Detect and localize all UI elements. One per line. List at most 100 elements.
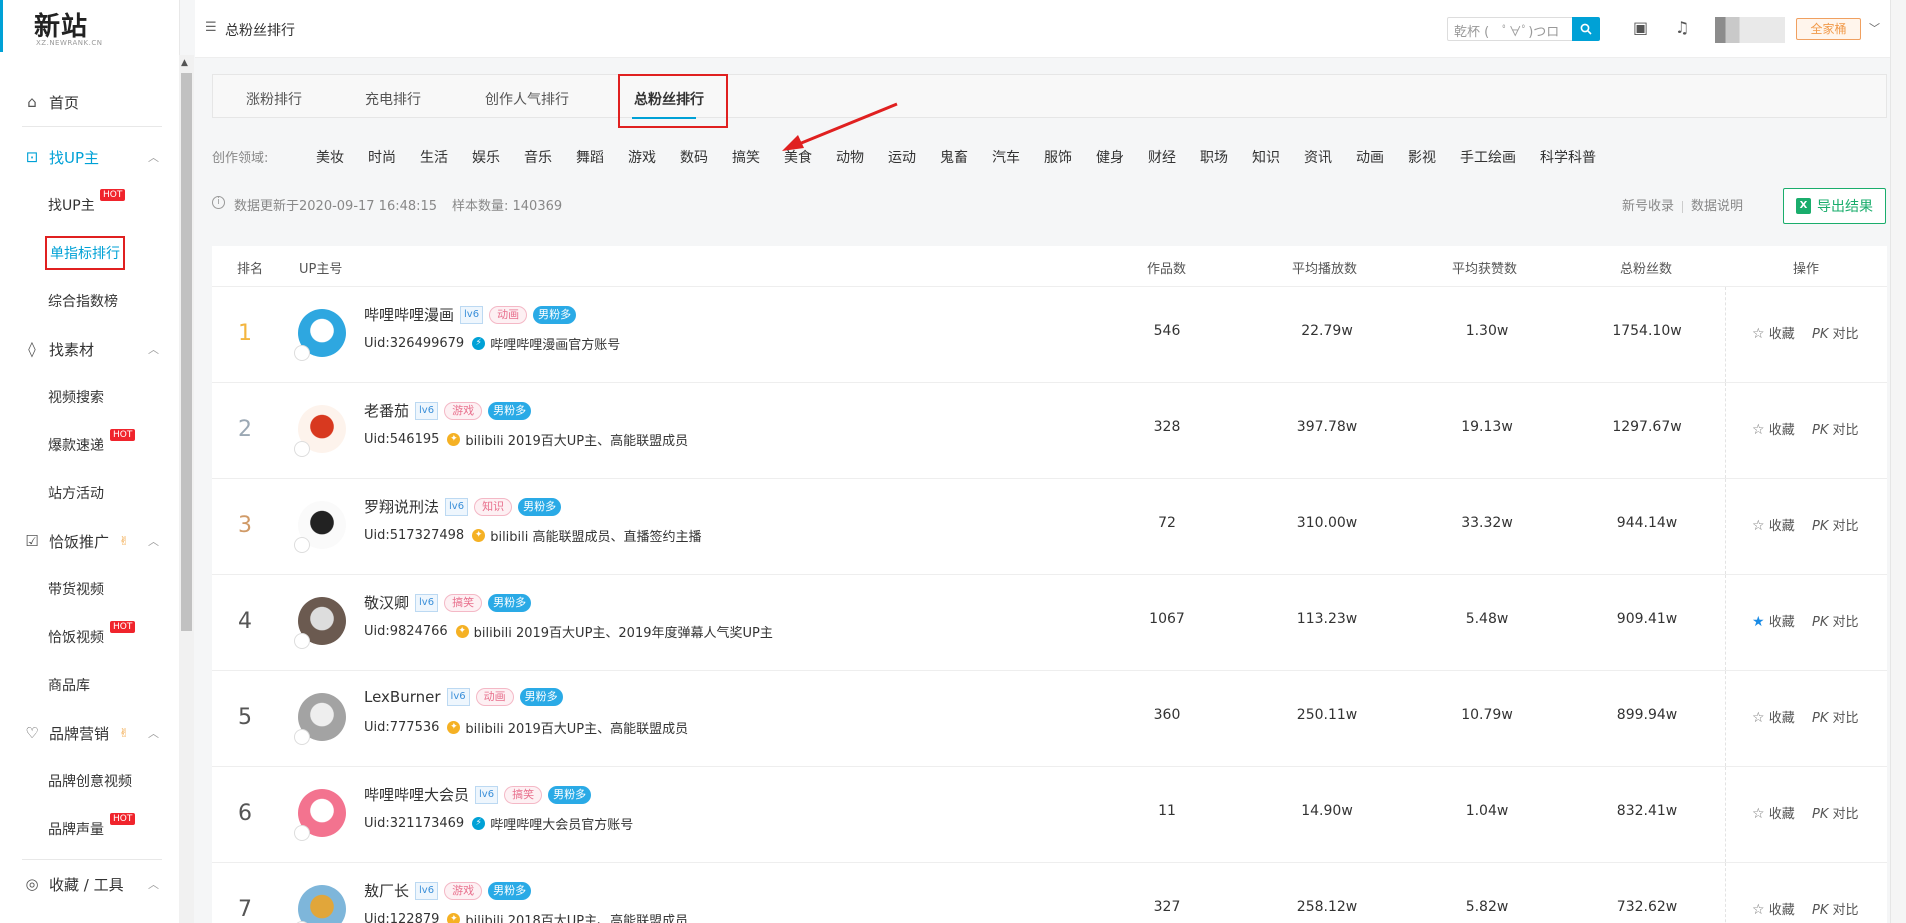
favorite-button[interactable]: ☆ 收藏 (1752, 419, 1795, 438)
category-item[interactable]: 健身 (1096, 147, 1124, 167)
sidebar-item-single-rank[interactable]: 单指标排行 (0, 229, 180, 277)
platform-icon (294, 345, 310, 361)
category-item[interactable]: 搞笑 (732, 147, 760, 167)
compare-button[interactable]: PK 对比 (1812, 803, 1859, 822)
sidebar-item-hot-express[interactable]: 爆款速递 HOT (0, 421, 180, 469)
up-name[interactable]: 哔哩哔哩漫画 (364, 304, 454, 325)
compare-button[interactable]: PK 对比 (1812, 419, 1859, 438)
compare-button[interactable]: PK 对比 (1812, 515, 1859, 534)
export-button[interactable]: X 导出结果 (1783, 188, 1886, 224)
compare-button[interactable]: PK 对比 (1812, 707, 1859, 726)
new-account-link[interactable]: 新号收录 (1622, 199, 1674, 214)
scroll-up-icon[interactable]: ▲ (181, 58, 188, 68)
sidebar-item-goods-video[interactable]: 带货视频 (0, 565, 180, 613)
sidebar-group-favorites[interactable]: ◎ 收藏 / 工具 ︿ (0, 860, 180, 908)
gender-tag: 男粉多 (488, 881, 532, 900)
sidebar-scroll-thumb[interactable] (181, 73, 192, 631)
sidebar-group-find-material[interactable]: ◊ 找素材 ︿ (0, 325, 180, 373)
category-filter: 创作领域: 美妆 时尚 生活 娱乐 音乐 舞蹈 游戏 数码 搞笑 美食 动物 运… (212, 146, 1887, 168)
sidebar-item-find-up[interactable]: 找UP主 HOT (0, 181, 180, 229)
family-pack-button[interactable]: 全家桶 (1796, 18, 1861, 40)
favorite-button[interactable]: ★ 收藏 (1752, 611, 1795, 630)
sidebar-item-site-events[interactable]: 站方活动 (0, 469, 180, 517)
chevron-down-icon[interactable]: ﹀ (1869, 20, 1880, 36)
col-avg-play[interactable]: 平均播放数 (1292, 258, 1357, 277)
compare-label: 对比 (1832, 615, 1859, 630)
sidebar-item-video-search[interactable]: 视频搜索 (0, 373, 180, 421)
total-fans: 899.94w (1616, 707, 1678, 723)
up-avatar[interactable] (298, 885, 346, 923)
up-name[interactable]: LexBurner (364, 688, 441, 706)
category-item[interactable]: 手工绘画 (1460, 147, 1516, 167)
headset-icon[interactable]: ♫ (1675, 18, 1689, 37)
compare-button[interactable]: PK 对比 (1812, 899, 1859, 918)
level-badge: lv6 (415, 401, 439, 420)
uid-line: Uid:517327498 ✦ bilibili 高能联盟成员、直播签约主播 (364, 526, 702, 545)
tab-charge[interactable]: 充电排行 (365, 89, 421, 109)
category-item[interactable]: 时尚 (368, 147, 396, 167)
avg-like: 5.82w (1465, 899, 1509, 915)
category-item[interactable]: 科学科普 (1540, 147, 1596, 167)
uid: Uid:546195 (364, 432, 440, 447)
sidebar-group-find-up[interactable]: ⊡ 找UP主 ︿ (0, 133, 180, 181)
favorite-button[interactable]: ☆ 收藏 (1752, 707, 1795, 726)
compare-button[interactable]: PK 对比 (1812, 611, 1859, 630)
category-item[interactable]: 知识 (1252, 147, 1280, 167)
favorite-button[interactable]: ☆ 收藏 (1752, 899, 1795, 918)
category-item[interactable]: 运动 (888, 147, 916, 167)
sidebar-item-composite-rank[interactable]: 综合指数榜 (0, 277, 180, 325)
up-name[interactable]: 罗翔说刑法 (364, 496, 439, 517)
up-name[interactable]: 老番茄 (364, 400, 409, 421)
search-button[interactable] (1572, 17, 1600, 41)
compare-button[interactable]: PK 对比 (1812, 323, 1859, 342)
logo[interactable]: 新站 XZ.NEWRANK.CN (0, 0, 180, 52)
category-item[interactable]: 美食 (784, 147, 812, 167)
category-item[interactable]: 生活 (420, 147, 448, 167)
calendar-icon[interactable]: ▣ (1633, 18, 1648, 37)
sidebar-item-brand-video[interactable]: 品牌创意视频 (0, 757, 180, 805)
up-name[interactable]: 敖厂长 (364, 880, 409, 901)
sidebar-group-promotion[interactable]: ☑ 恰饭推广 ✌ ︿ (0, 517, 180, 565)
category-item[interactable]: 数码 (680, 147, 708, 167)
sidebar-item-ad-video[interactable]: 恰饭视频 HOT (0, 613, 180, 661)
up-name[interactable]: 哔哩哔哩大会员 (364, 784, 469, 805)
category-item[interactable]: 娱乐 (472, 147, 500, 167)
sidebar-group-brand[interactable]: ♡ 品牌营销 ✌ ︿ (0, 709, 180, 757)
category-item[interactable]: 服饰 (1044, 147, 1072, 167)
col-works[interactable]: 作品数 (1147, 258, 1186, 277)
category-item[interactable]: 资讯 (1304, 147, 1332, 167)
hot-badge: HOT (100, 189, 126, 201)
sidebar-group-label: 找素材 (49, 340, 95, 359)
favorite-button[interactable]: ☆ 收藏 (1752, 803, 1795, 822)
menu-icon[interactable]: ☰ (205, 20, 217, 35)
col-avg-like[interactable]: 平均获赞数 (1452, 258, 1517, 277)
favorite-button[interactable]: ☆ 收藏 (1752, 323, 1795, 342)
category-item[interactable]: 汽车 (992, 147, 1020, 167)
category-item[interactable]: 动物 (836, 147, 864, 167)
up-name[interactable]: 敬汉卿 (364, 592, 409, 613)
category-item[interactable]: 游戏 (628, 147, 656, 167)
search-input[interactable]: 乾杯 ( ﾟ∀ﾟ)つロ (1447, 17, 1573, 41)
compare-label: 对比 (1832, 903, 1859, 918)
category-item[interactable]: 财经 (1148, 147, 1176, 167)
category-item[interactable]: 鬼畜 (940, 147, 968, 167)
category-item[interactable]: 舞蹈 (576, 147, 604, 167)
category-item[interactable]: 影视 (1408, 147, 1436, 167)
sidebar-item-brand-voice[interactable]: 品牌声量 HOT (0, 805, 180, 853)
works-count: 360 (1153, 707, 1181, 723)
page-scrollbar[interactable] (1890, 0, 1906, 923)
col-fans[interactable]: 总粉丝数 (1620, 258, 1672, 277)
data-explain-link[interactable]: 数据说明 (1691, 199, 1743, 214)
tab-popularity[interactable]: 创作人气排行 (485, 89, 569, 109)
sidebar-item-product-lib[interactable]: 商品库 (0, 661, 180, 709)
certification: 哔哩哔哩大会员官方账号 (490, 818, 634, 833)
favorite-button[interactable]: ☆ 收藏 (1752, 515, 1795, 534)
category-item[interactable]: 动画 (1356, 147, 1384, 167)
tab-fans-growth[interactable]: 涨粉排行 (246, 89, 302, 109)
sidebar-item-home[interactable]: ⌂ 首页 (0, 78, 180, 126)
category-item[interactable]: 音乐 (524, 147, 552, 167)
category-item[interactable]: 美妆 (316, 147, 344, 167)
pk-icon: PK (1812, 903, 1829, 918)
category-item[interactable]: 职场 (1200, 147, 1228, 167)
user-avatar[interactable] (1715, 17, 1785, 43)
